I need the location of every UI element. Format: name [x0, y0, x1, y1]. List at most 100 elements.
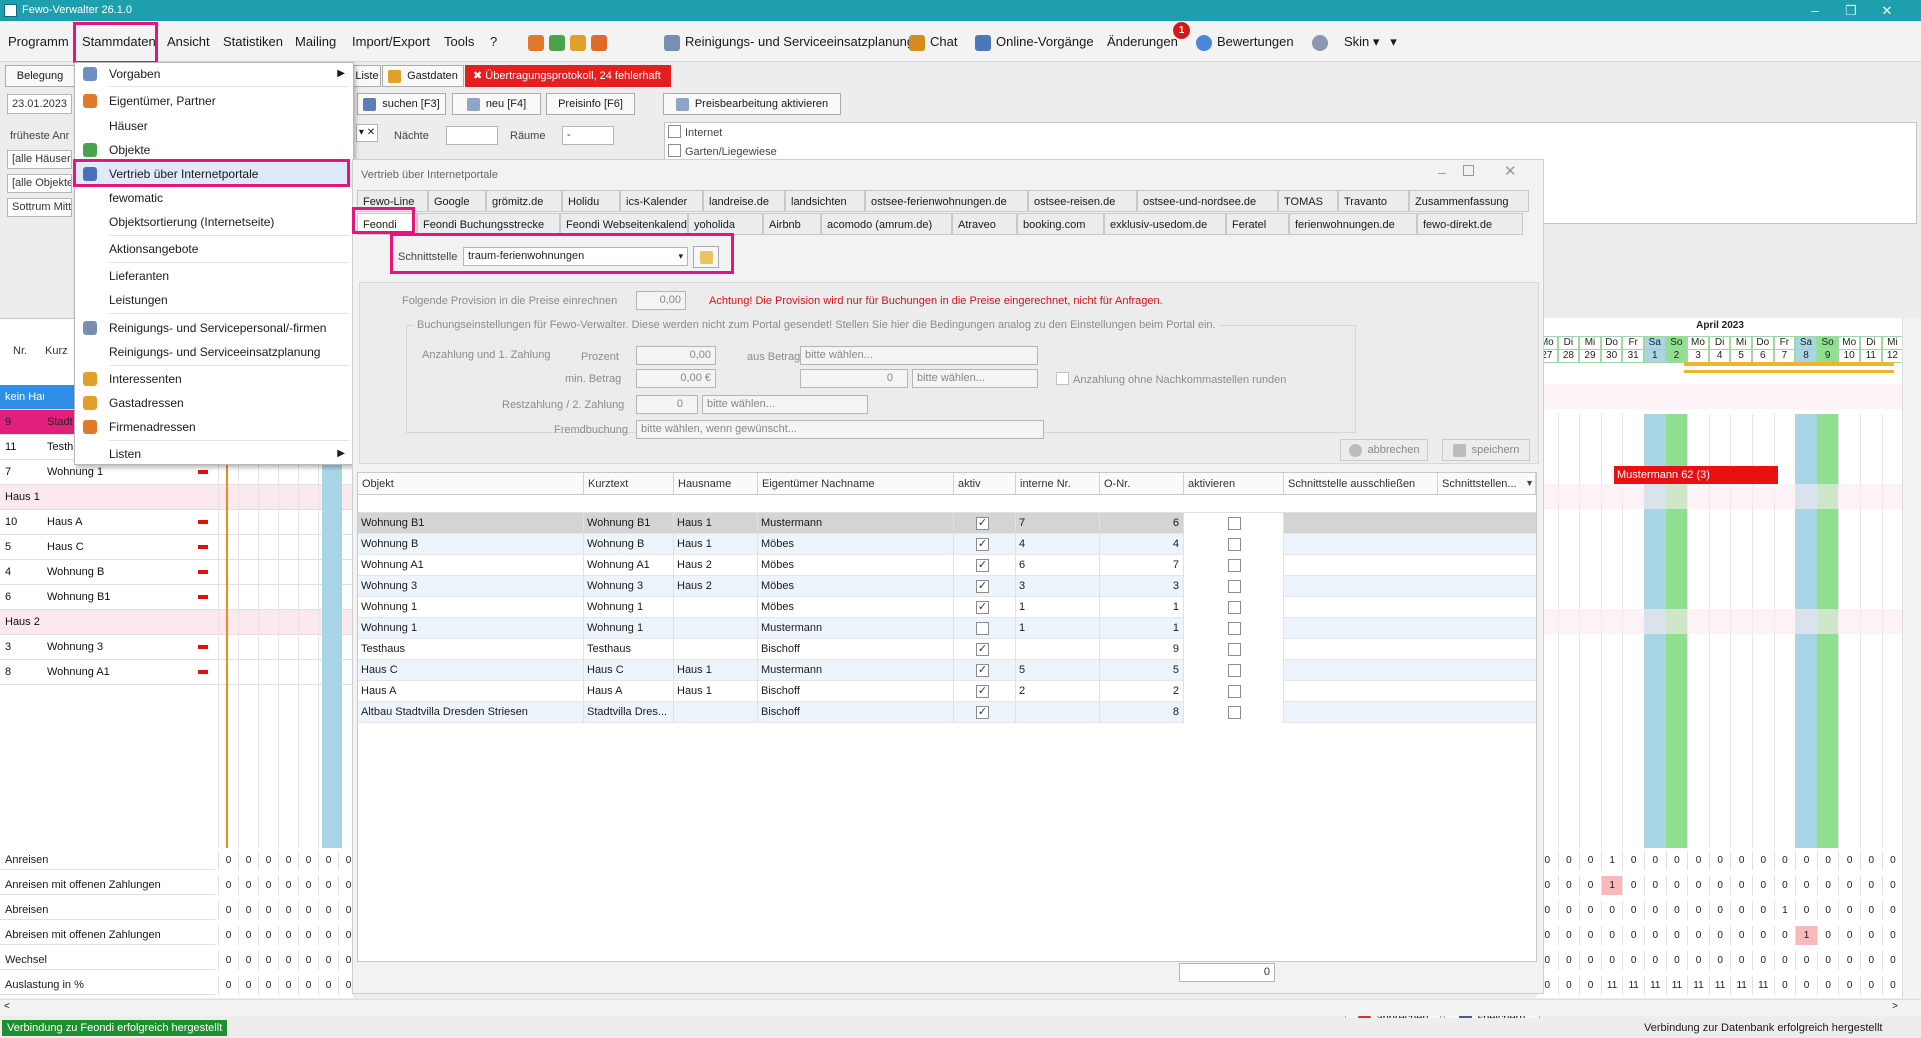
tab-portal[interactable]: Travanto: [1338, 190, 1409, 212]
tab-portal[interactable]: ostsee-ferienwohnungen.de: [865, 190, 1028, 212]
partner-icon[interactable]: [528, 34, 544, 51]
aktivieren-checkbox[interactable]: [1228, 580, 1241, 593]
grid-header[interactable]: aktivieren: [1184, 473, 1284, 495]
tab-portal[interactable]: ostsee-und-nordsee.de: [1137, 190, 1278, 212]
dd-haeuser[interactable]: Häuser: [75, 115, 353, 137]
menu-ansicht[interactable]: Ansicht: [167, 22, 210, 62]
menu-statistiken[interactable]: Statistiken: [223, 22, 283, 62]
dialog-close-icon[interactable]: ✕: [1504, 162, 1517, 180]
inner-cancel-button[interactable]: abbrechen: [1340, 439, 1428, 461]
aktivieren-checkbox[interactable]: [1228, 685, 1241, 698]
dd-gastadressen[interactable]: Gastadressen: [75, 392, 353, 414]
aktiv-checkbox[interactable]: ✓: [976, 706, 989, 719]
rest-spin[interactable]: 0: [636, 395, 698, 414]
aktiv-checkbox[interactable]: [976, 622, 989, 635]
list-item[interactable]: 3 Wohnung 3: [0, 635, 353, 660]
dd-eigentuemer[interactable]: Eigentümer, Partner: [75, 90, 353, 112]
table-row[interactable]: Wohnung 1 Wohnung 1 Möbes ✓ 1 1: [358, 597, 1536, 618]
tab-portal[interactable]: grömitz.de: [486, 190, 562, 212]
tab-portal[interactable]: Feratel: [1226, 213, 1289, 235]
fremdbuchung-select[interactable]: bitte wählen, wenn gewünscht...: [636, 420, 1044, 439]
dd-leistungen[interactable]: Leistungen: [75, 289, 353, 311]
scroll-left-icon[interactable]: <: [4, 1001, 10, 1012]
aktivieren-checkbox[interactable]: [1228, 664, 1241, 677]
date-field[interactable]: 23.01.2023: [7, 94, 72, 114]
tab-portal[interactable]: ostsee-reisen.de: [1028, 190, 1137, 212]
table-row[interactable]: Wohnung B Wohnung B Haus 1 Möbes ✓ 4 4: [358, 534, 1536, 555]
contact-icon[interactable]: [591, 34, 607, 51]
table-row[interactable]: Wohnung 1 Wohnung 1 Mustermann 1 1: [358, 618, 1536, 639]
tab-portal[interactable]: booking.com: [1017, 213, 1104, 235]
close-icon[interactable]: ✕: [1872, 1, 1902, 20]
aktiv-checkbox[interactable]: ✓: [976, 643, 989, 656]
filter-ort[interactable]: Sottrum Mitte: [7, 198, 72, 217]
list-item[interactable]: 10 Haus A: [0, 510, 353, 535]
tab-portal[interactable]: TOMAS: [1278, 190, 1338, 212]
aktiv-checkbox[interactable]: ✓: [976, 580, 989, 593]
restore-icon[interactable]: ❐: [1836, 1, 1866, 20]
menu-import-export[interactable]: Import/Export: [352, 22, 430, 62]
chevron-down-icon[interactable]: ▼: [1525, 478, 1534, 488]
table-row[interactable]: Wohnung A1 Wohnung A1 Haus 2 Möbes ✓ 6 7: [358, 555, 1536, 576]
tab-portal[interactable]: Google: [428, 190, 486, 212]
priceinfo-button[interactable]: Preisinfo [F6]: [546, 93, 635, 115]
grid-header[interactable]: Objekt: [358, 473, 584, 495]
price-edit-button[interactable]: Preisbearbeitung aktivieren: [663, 93, 841, 115]
grid-header[interactable]: Hausname: [674, 473, 758, 495]
dd-reinigungsplanung[interactable]: Reinigungs- und Serviceeinsatzplanung: [75, 341, 353, 363]
clear-icon[interactable]: ▾ ✕: [356, 124, 378, 142]
tab-portal[interactable]: ics-Kalender: [620, 190, 703, 212]
tab-portal[interactable]: exklusiv-usedom.de: [1104, 213, 1226, 235]
min-select[interactable]: bitte wählen...: [912, 369, 1038, 388]
menu-programm[interactable]: Programm: [8, 22, 69, 62]
tab-portal[interactable]: landreise.de: [703, 190, 785, 212]
aktivieren-checkbox[interactable]: [1228, 517, 1241, 530]
dd-vorgaben[interactable]: Vorgaben ▶: [75, 63, 353, 85]
table-row[interactable]: Haus C Haus C Haus 1 Mustermann ✓ 5 5: [358, 660, 1536, 681]
booking-bar[interactable]: Mustermann 62 (3): [1614, 466, 1778, 484]
grid-header[interactable]: O-Nr.: [1100, 473, 1184, 495]
internet-checkbox[interactable]: [668, 125, 681, 138]
dd-aktionsangebote[interactable]: Aktionsangebote: [75, 238, 353, 260]
menu-aenderungen[interactable]: Änderungen: [1107, 22, 1178, 62]
aktiv-checkbox[interactable]: ✓: [976, 559, 989, 572]
grid-header[interactable]: Eigentümer Nachname: [758, 473, 954, 495]
grid-filter-row[interactable]: [358, 495, 1536, 513]
tab-portal[interactable]: Feondi Webseitenkalender: [560, 213, 688, 235]
aktiv-checkbox[interactable]: ✓: [976, 538, 989, 551]
dd-objekte[interactable]: Objekte: [75, 139, 353, 161]
search-button[interactable]: suchen [F3]: [357, 93, 446, 115]
house-icon[interactable]: [549, 34, 565, 51]
minimize-icon[interactable]: –: [1800, 1, 1830, 20]
scroll-right-icon[interactable]: >: [1892, 1001, 1898, 1012]
list-item[interactable]: 8 Wohnung A1: [0, 660, 353, 685]
aktivieren-checkbox[interactable]: [1228, 706, 1241, 719]
tab-portal[interactable]: Holidu: [562, 190, 620, 212]
prozent-input[interactable]: 0,00: [636, 346, 716, 365]
aktivieren-checkbox[interactable]: [1228, 601, 1241, 614]
menu-help[interactable]: ?: [490, 22, 497, 62]
tab-portal[interactable]: acomodo (amrum.de): [821, 213, 952, 235]
menu-mailing[interactable]: Mailing: [295, 22, 336, 62]
dd-fewomatic[interactable]: fewomatic: [75, 187, 353, 209]
inner-save-button[interactable]: speichern: [1442, 439, 1530, 461]
grid-header[interactable]: interne Nr.: [1016, 473, 1100, 495]
vertical-scrollbar[interactable]: [1902, 318, 1921, 998]
tab-portal[interactable]: landsichten: [785, 190, 865, 212]
aktivieren-checkbox[interactable]: [1228, 622, 1241, 635]
aus-betrag-select[interactable]: bitte wählen...: [800, 346, 1038, 365]
min-spin[interactable]: 0: [800, 369, 908, 388]
tab-liste[interactable]: Liste: [353, 65, 381, 87]
tab-portal[interactable]: Feondi Buchungsstrecke: [417, 213, 560, 235]
garten-checkbox[interactable]: [668, 144, 681, 157]
tab-portal[interactable]: yoholida: [688, 213, 763, 235]
grid-header[interactable]: Kurztext: [584, 473, 674, 495]
table-row[interactable]: Wohnung 3 Wohnung 3 Haus 2 Möbes ✓ 3 3: [358, 576, 1536, 597]
aktiv-checkbox[interactable]: ✓: [976, 685, 989, 698]
tab-portal[interactable]: ferienwohnungen.de: [1289, 213, 1417, 235]
person-icon[interactable]: [570, 34, 586, 51]
aktiv-checkbox[interactable]: ✓: [976, 517, 989, 530]
list-item[interactable]: Haus 2: [0, 610, 353, 635]
gear-icon[interactable]: [1312, 34, 1328, 51]
naechte-input[interactable]: [446, 126, 498, 145]
